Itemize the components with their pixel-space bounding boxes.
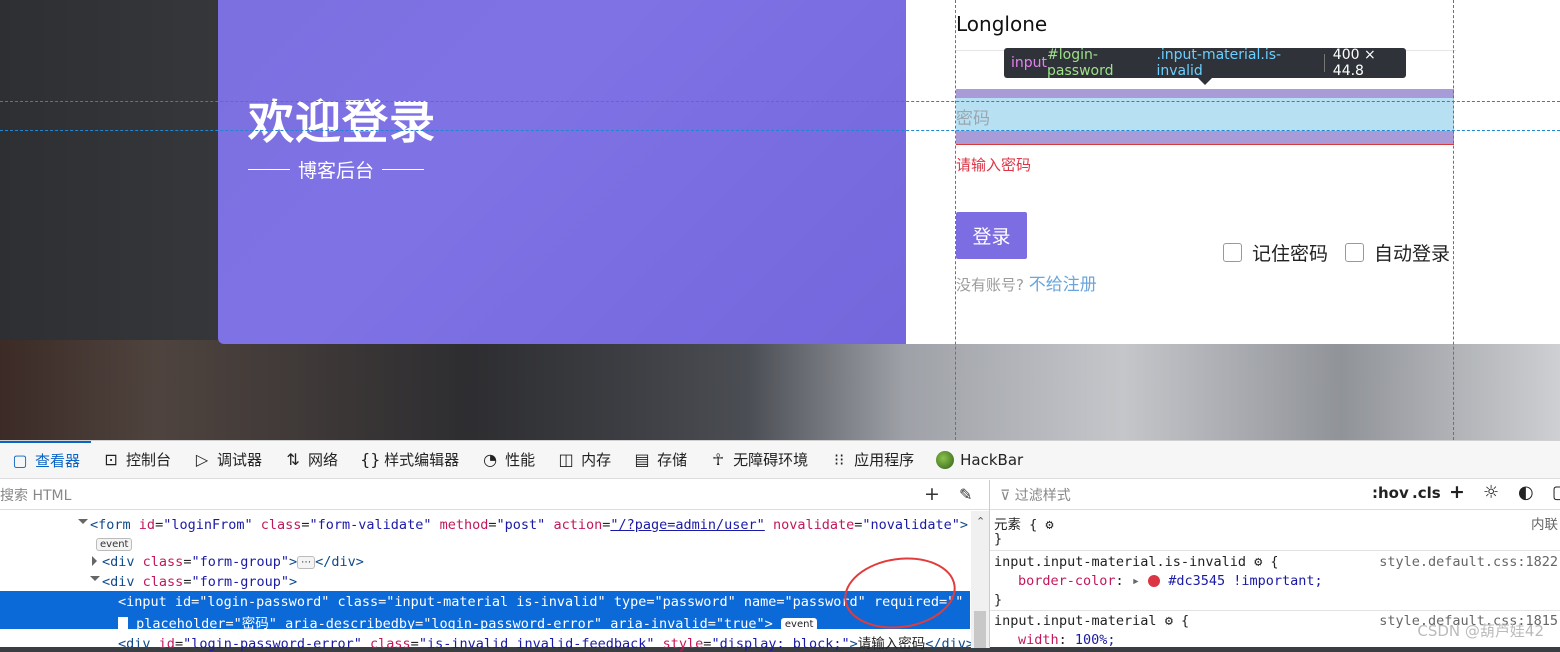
tree-node-error-div[interactable]: <div id="login-password-error" class="is… [118,632,974,652]
application-icon: ⁝⁝ [834,450,845,469]
watermark: CSDN @葫芦娃42 [1417,622,1544,640]
guide-line-v1 [955,0,956,440]
tab-debugger[interactable]: ▷ 调试器 [182,441,273,479]
filter-styles-input[interactable]: ⊽ 过滤样式 [1000,485,1071,505]
tab-console[interactable]: ⊡ 控制台 [91,441,182,479]
password-input-highlight[interactable]: 密码 [956,89,1454,145]
rule-input-material[interactable]: input.input-material ⚙ { [994,613,1189,629]
inspector-icon: ▢ [12,451,28,470]
guide-line-h2 [0,130,1560,131]
add-node-icon[interactable]: + [924,483,940,505]
print-icon[interactable]: ▢ [1552,482,1560,503]
password-placeholder: 密码 [956,109,990,129]
password-error: 请输入密码 [956,156,1032,174]
tree-node-form[interactable]: <form id="loginFrom" class="form-validat… [78,517,968,533]
tree-node-div-expanded[interactable]: <div class="form-group"> [90,574,297,590]
accessibility-icon: ☥ [712,450,725,469]
add-rule-icon[interactable]: + [1449,481,1465,503]
tab-style-editor[interactable]: {} 样式编辑器 [349,441,470,479]
tree-node-div-collapsed[interactable]: <div class="form-group"> ⋯ </div> [92,554,364,570]
remember-checkbox[interactable]: 记住密码 [1223,239,1328,266]
html-search-input[interactable]: 搜索 HTML [0,485,71,505]
tab-network[interactable]: ⇅ 网络 [273,441,349,479]
style-editor-icon: {} [360,450,381,469]
html-tree: <form id="loginFrom" class="form-validat… [0,511,974,652]
register-link[interactable]: 不给注册 [1029,275,1097,295]
color-swatch[interactable] [1148,575,1161,587]
console-icon: ⊡ [104,450,118,469]
checkbox-icon[interactable] [1345,243,1364,262]
rule-is-invalid[interactable]: input.input-material.is-invalid ⚙ { [994,554,1279,570]
settings-icon[interactable]: ⚙ [1045,517,1053,533]
event-badge[interactable]: event [96,537,133,551]
tab-performance[interactable]: ◔ 性能 [470,441,546,479]
tab-inspector[interactable]: ▢ 查看器 [0,440,92,479]
login-hero-panel: 欢迎登录 博客后台 [218,0,906,344]
hov-toggle[interactable]: :hov [1372,484,1409,502]
html-tree-scrollbar[interactable]: ⌃ [971,511,989,648]
tab-accessibility[interactable]: ☥ 无障碍环境 [698,441,819,479]
memory-icon: ◫ [558,450,574,469]
hackbar-icon [936,450,955,469]
checkbox-icon[interactable] [1223,243,1242,262]
devtools-toolbar: 搜索 HTML + ✎ ⊽ 过滤样式 :hov .cls + ☼ ◐ ▢ [0,480,1560,510]
devtools-tabs: ▢ 查看器 ⊡ 控制台 ▷ 调试器 ⇅ 网络 {} 样式编辑器 ◔ 性能 ◫ 内存 ▤ 存储 ☥… [0,440,1560,479]
debugger-icon: ▷ [195,450,209,469]
cls-toggle[interactable]: .cls [1412,484,1441,502]
login-button[interactable]: 登录 [956,212,1027,259]
tab-memory[interactable]: ◫ 内存 [546,441,622,479]
selected-node-input[interactable]: <input id="login-password" class="input-… [0,591,970,632]
guide-line-v2 [1453,0,1454,440]
auto-login-checkbox[interactable]: 自动登录 [1345,239,1450,266]
settings-icon[interactable]: ⚙ [1165,613,1173,629]
performance-icon: ◔ [483,450,498,469]
hero-subtitle: 博客后台 [248,156,425,183]
brand-title: Longlone [956,12,1048,36]
network-icon: ⇅ [286,450,300,469]
guide-line-h1 [0,101,1560,102]
eyedropper-icon[interactable]: ✎ [959,485,972,504]
settings-icon[interactable]: ⚙ [1254,554,1262,570]
register-prompt: 没有账号? 不给注册 [956,275,1097,295]
password-input[interactable]: 密码 [956,98,1454,131]
devtools-panel: ▢ 查看器 ⊡ 控制台 ▷ 调试器 ⇅ 网络 {} 样式编辑器 ◔ 性能 ◫ 内存 ▤ 存储 ☥… [0,440,1560,652]
tab-storage[interactable]: ▤ 存储 [622,441,698,479]
tab-application[interactable]: ⁝⁝ 应用程序 [819,441,925,479]
hero-title: 欢迎登录 [248,95,436,149]
inspector-tooltip: input #login-password .input-material.is-i… [1004,47,1406,85]
dark-mode-icon[interactable]: ◐ [1518,482,1534,503]
filter-icon: ⊽ [1000,488,1015,504]
tab-hackbar[interactable]: HackBar [925,441,1034,479]
storage-icon: ▤ [634,450,650,469]
rule-element[interactable]: 元素 { ⚙ [994,513,1054,533]
light-mode-icon[interactable]: ☼ [1483,482,1499,503]
